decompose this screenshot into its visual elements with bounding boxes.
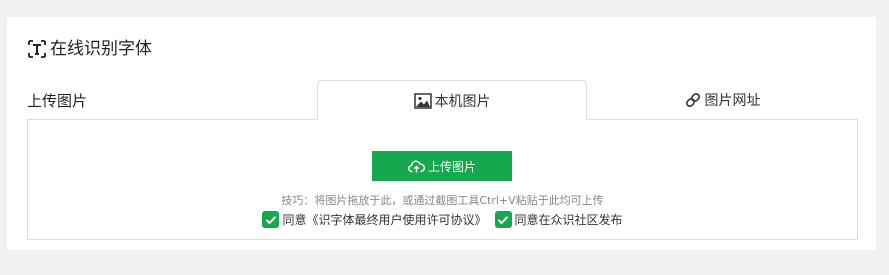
font-recognition-panel: 在线识别字体 上传图片 本机图片 图片网址 上传图片 技巧：将图片拖放于此，或通… <box>7 17 876 250</box>
license-agreement-checkbox[interactable]: 同意《识字体最终用户使用许可协议》 <box>262 211 487 228</box>
link-icon <box>684 92 702 108</box>
page-title: 在线识别字体 <box>50 39 152 59</box>
community-publish-label: 同意在众识社区发布 <box>514 213 623 227</box>
tab-image-url[interactable]: 图片网址 <box>587 80 857 119</box>
text-recognition-icon <box>27 39 47 59</box>
tab-local-image[interactable]: 本机图片 <box>317 80 587 120</box>
upload-section-label: 上传图片 <box>27 92 88 110</box>
license-agreement-label: 同意《识字体最终用户使用许可协议》 <box>282 213 487 227</box>
image-icon <box>413 92 432 109</box>
upload-image-button-label: 上传图片 <box>427 159 476 174</box>
upload-image-button[interactable]: 上传图片 <box>372 151 512 181</box>
upload-dropzone[interactable]: 上传图片 技巧：将图片拖放于此，或通过截图工具Ctrl+V粘贴于此均可上传 同意… <box>27 119 858 240</box>
cloud-upload-icon <box>408 160 425 173</box>
tab-image-url-label: 图片网址 <box>704 92 761 109</box>
checkbox-checked-icon <box>494 211 512 228</box>
panel-header: 在线识别字体 <box>27 37 152 61</box>
tab-local-image-label: 本机图片 <box>434 93 491 110</box>
checkbox-checked-icon <box>262 211 280 228</box>
upload-tip: 技巧：将图片拖放于此，或通过截图工具Ctrl+V粘贴于此均可上传 <box>281 194 604 207</box>
community-publish-checkbox[interactable]: 同意在众识社区发布 <box>494 211 623 228</box>
agreement-row: 同意《识字体最终用户使用许可协议》 同意在众识社区发布 <box>28 211 857 228</box>
